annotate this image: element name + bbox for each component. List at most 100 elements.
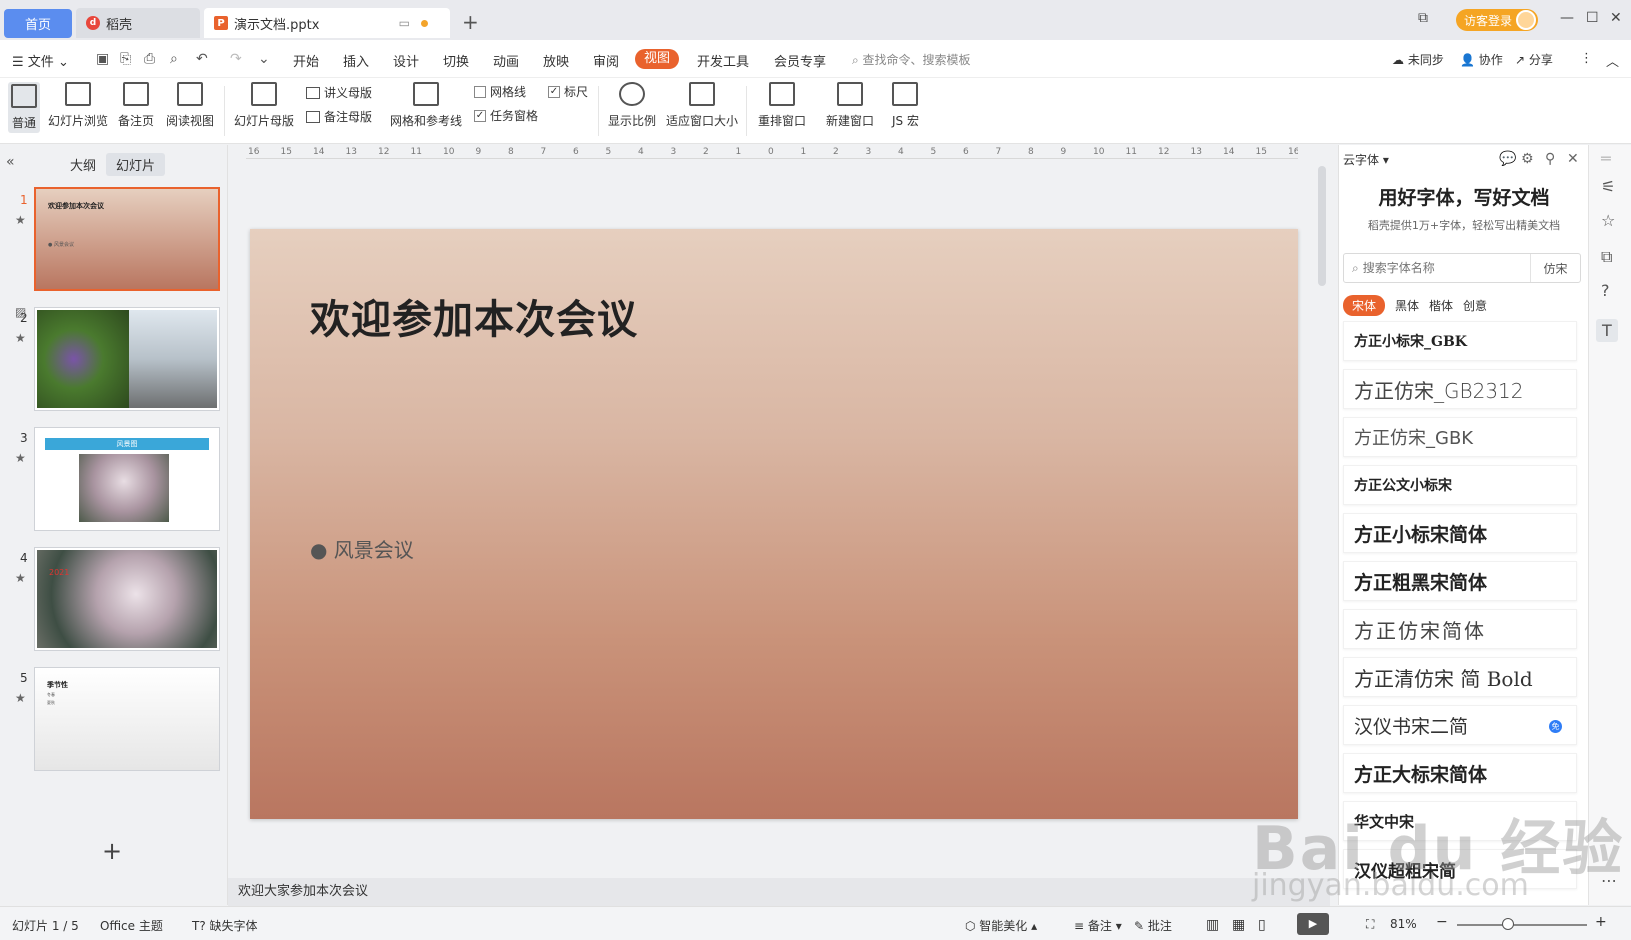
new-tab-icon[interactable]: + [462,10,479,34]
slide-thumbnail-5[interactable]: 季节性 冬春 夏秋 [34,667,220,771]
font-item[interactable]: 汉仪书宋二简 免 [1343,705,1577,745]
font-tool-icon[interactable]: T [1596,319,1618,342]
print-icon[interactable]: ⎙ [144,51,155,67]
guest-login-button[interactable]: 访客登录 [1456,9,1538,31]
menu-animation[interactable]: 动画 [493,51,519,70]
category-creative[interactable]: 创意 [1463,297,1487,314]
notes-pane[interactable]: 欢迎大家参加本次会议 [228,878,1330,906]
zoom-slider[interactable] [1457,924,1587,926]
slide-thumbnail-2[interactable] [34,307,220,411]
close-panel-icon[interactable]: ✕ [1567,151,1579,167]
font-item[interactable]: 方正清仿宋 简 Bold [1343,657,1577,697]
vertical-scrollbar[interactable] [1318,160,1328,860]
notes-page-button[interactable]: 备注页 [118,82,154,129]
slide-thumbnail-3[interactable]: 风景图 [34,427,220,531]
font-item[interactable]: 方正公文小标宋 [1343,465,1577,505]
reading-view-button[interactable]: 阅读视图 [166,82,214,129]
font-item[interactable]: 方正仿宋_GBK [1343,417,1577,457]
star-outline-icon[interactable]: ☆ [1601,211,1615,230]
font-item[interactable]: 方正小标宋简体 [1343,513,1577,553]
slide-canvas[interactable]: 欢迎参加本次会议 ● 风景会议 [250,229,1298,819]
handout-master-button[interactable]: 讲义母版 [306,84,372,101]
menu-developer[interactable]: 开发工具 [697,51,749,70]
tab-outline[interactable]: 大纲 [60,153,106,176]
collapse-ribbon-icon[interactable]: ︿ [1606,51,1619,70]
print-preview-icon[interactable]: ⌕ [170,51,178,67]
notes-toggle[interactable]: ≡ 备注 ▾ [1074,917,1122,934]
zoom-in-icon[interactable]: + [1595,914,1607,930]
copy-icon[interactable]: ⧉ [1601,247,1612,267]
menu-view[interactable]: 视图 [635,49,679,69]
zoom-value[interactable]: 81% [1390,917,1417,931]
category-heiti[interactable]: 黑体 [1395,297,1419,314]
menu-slideshow[interactable]: 放映 [543,51,569,70]
more-icon[interactable]: ⋮ [1580,51,1593,66]
tab-document[interactable]: P 演示文档.pptx ▭ [204,8,450,38]
zoom-button[interactable]: 显示比例 [608,82,656,129]
command-search[interactable]: ⌕ 查找命令、搜索模板 [852,51,971,68]
tab-daoke[interactable]: d 稻壳 [76,8,200,38]
help-icon[interactable]: ? [1601,281,1610,300]
font-search-tag[interactable]: 仿宋 [1530,254,1580,282]
cloud-font-dropdown[interactable]: 云字体 ▾ [1343,151,1389,168]
redo-icon[interactable]: ↷ [230,51,242,67]
more-quick-icon[interactable]: ⌄ [258,51,270,67]
fit-zoom-icon[interactable]: ⛶ [1366,917,1374,932]
grid-view-icon[interactable]: ▦ [1232,917,1245,933]
file-menu[interactable]: ☰ 文件 ⌄ [12,51,69,70]
slide-bullet[interactable]: ● 风景会议 [310,534,414,563]
category-kaiti[interactable]: 楷体 [1429,297,1453,314]
font-item[interactable]: 方正仿宋_GB2312 [1343,369,1577,409]
font-item[interactable]: 方正小标宋_GBK [1343,321,1577,361]
font-item[interactable]: 方正粗黑宋简体 [1343,561,1577,601]
menu-start[interactable]: 开始 [293,51,319,70]
notes-master-button[interactable]: 备注母版 [306,108,372,125]
drag-handle-icon[interactable]: ═ [1601,149,1611,168]
menu-member[interactable]: 会员专享 [774,51,826,70]
font-item[interactable]: 方正大标宋简体 [1343,753,1577,793]
gear-icon[interactable]: ⚙ [1521,151,1534,167]
arrange-window-button[interactable]: 重排窗口 [758,82,806,129]
monitor-icon[interactable]: ▭ [399,16,410,30]
missing-font-button[interactable]: T? 缺失字体 [192,917,258,934]
category-songti[interactable]: 宋体 [1343,295,1386,316]
gridlines-checkbox[interactable]: 网格线 [474,83,526,100]
collab-button[interactable]: 👤 协作 [1460,51,1503,68]
menu-transition[interactable]: 切换 [443,51,469,70]
task-pane-checkbox[interactable]: ✓ 任务窗格 [474,107,538,124]
font-search[interactable]: ⌕ 仿宋 [1343,253,1581,283]
fit-window-button[interactable]: 适应窗口大小 [666,82,738,129]
maximize-icon[interactable]: ☐ [1586,10,1599,26]
reading-view-status-icon[interactable]: ▯ [1258,917,1266,933]
slide-browse-button[interactable]: 幻灯片浏览 [48,82,108,129]
ruler-checkbox[interactable]: ✓ 标尺 [548,83,588,100]
zoom-slider-handle[interactable] [1502,918,1514,930]
normal-view-button[interactable]: 普通 [8,82,40,133]
menu-design[interactable]: 设计 [393,51,419,70]
theme-name[interactable]: Office 主题 [100,917,163,934]
pin-icon[interactable]: ⚲ [1545,151,1555,167]
close-icon[interactable]: ✕ [1610,10,1622,26]
font-search-input[interactable] [1358,261,1530,275]
zoom-out-icon[interactable]: − [1436,914,1448,930]
export-icon[interactable]: ⎘ [120,51,131,67]
scroll-thumb[interactable] [1318,166,1326,286]
slide-thumbnail-1[interactable]: 欢迎参加本次会议 ● 风景会议 [34,187,220,291]
new-window-button[interactable]: 新建窗口 [826,82,874,129]
grid-guides-button[interactable]: 网格和参考线 [390,82,462,129]
add-slide-icon[interactable]: + [102,837,122,865]
menu-insert[interactable]: 插入 [343,51,369,70]
minimize-icon[interactable]: — [1560,10,1574,26]
slide-master-button[interactable]: 幻灯片母版 [234,82,294,129]
save-icon[interactable]: ▣ [96,51,109,67]
smart-beautify-button[interactable]: ⬡ 智能美化 ▴ [965,917,1037,934]
comments-toggle[interactable]: ✎ 批注 [1134,917,1172,934]
normal-view-status-icon[interactable]: ▥ [1206,917,1219,933]
play-icon[interactable]: ▶ [1297,913,1329,935]
slide-thumbnail-4[interactable]: 2021 [34,547,220,651]
chat-icon[interactable]: 💬 [1499,151,1516,167]
tab-home[interactable]: 首页 [4,9,72,38]
sync-status[interactable]: ☁ 未同步 [1392,51,1444,68]
tab-slides[interactable]: 幻灯片 [106,153,166,176]
font-item[interactable]: 方正仿宋简体 [1343,609,1577,649]
